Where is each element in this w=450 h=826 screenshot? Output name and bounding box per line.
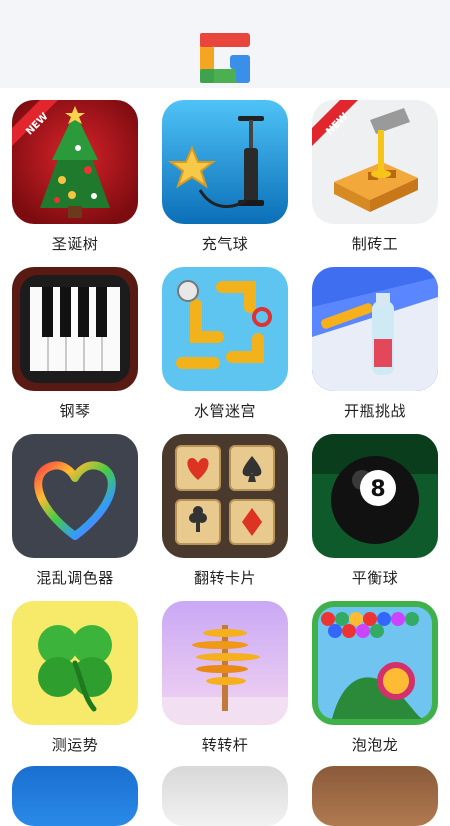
app-tile-balloon-pump[interactable]: 充气球 xyxy=(162,96,288,253)
app-label: 充气球 xyxy=(201,235,249,253)
new-badge-icon: NEW xyxy=(312,100,358,146)
app-tile-partial-3[interactable] xyxy=(312,766,438,826)
app-label: 开瓶挑战 xyxy=(343,402,406,420)
christmas-tree-icon: NEW xyxy=(12,100,138,224)
new-badge-icon: NEW xyxy=(12,100,58,146)
app-label: 混乱调色器 xyxy=(36,569,114,587)
app-header xyxy=(0,0,450,88)
app-tile-flip-cards[interactable]: 翻转卡片 xyxy=(162,430,288,587)
app-tile-partial-2[interactable] xyxy=(162,766,288,826)
app-label: 圣诞树 xyxy=(51,235,99,253)
app-tile-pipe-maze[interactable]: 水管迷宫 xyxy=(162,263,288,420)
app-label: 测运势 xyxy=(51,736,99,754)
app-label: 泡泡龙 xyxy=(351,736,399,754)
app-tile-christmas-tree[interactable]: NEW 圣诞树 xyxy=(12,96,138,253)
app-label: 制砖工 xyxy=(351,235,399,253)
pipe-maze-icon xyxy=(162,267,288,391)
app-tile-rainbow-heart[interactable]: 混乱调色器 xyxy=(12,430,138,587)
app-label: 转转杆 xyxy=(201,736,249,754)
balloon-pump-icon xyxy=(162,100,288,224)
app-tile-brick-maker[interactable]: NEW 制砖工 xyxy=(312,96,438,253)
flip-cards-icon xyxy=(162,434,288,558)
app-tile-bubble-shooter[interactable]: 泡泡龙 xyxy=(312,597,438,754)
app-label: 水管迷宫 xyxy=(193,402,256,420)
app-label: 翻转卡片 xyxy=(193,569,256,587)
rainbow-heart-icon xyxy=(12,434,138,558)
app-label: 平衡球 xyxy=(351,569,399,587)
app-tile-spinning-pole[interactable]: 转转杆 xyxy=(162,597,288,754)
bubble-shooter-icon xyxy=(312,601,438,725)
svg-text:8: 8 xyxy=(370,477,385,502)
app-tile-bottle-flip[interactable]: 开瓶挑战 xyxy=(312,263,438,420)
spinning-pole-icon xyxy=(162,601,288,725)
colored-blocks-logo-icon[interactable] xyxy=(200,33,250,83)
app-tile-eight-ball[interactable]: 8 平衡球 xyxy=(312,430,438,587)
app-tile-partial-1[interactable] xyxy=(12,766,138,826)
piano-icon xyxy=(12,267,138,391)
app-tile-four-leaf-clover[interactable]: 测运势 xyxy=(12,597,138,754)
app-tile-piano[interactable]: 钢琴 xyxy=(12,263,138,420)
eight-ball-icon: 8 xyxy=(312,434,438,558)
brick-maker-icon: NEW xyxy=(312,100,438,224)
app-label: 钢琴 xyxy=(59,402,91,420)
bottle-flip-icon xyxy=(312,267,438,391)
four-leaf-clover-icon xyxy=(12,601,138,725)
